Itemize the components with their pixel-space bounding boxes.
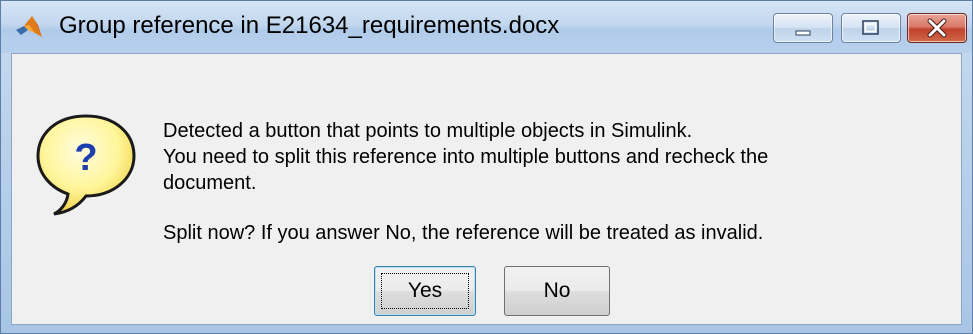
dialog-content: ? Detected a button that points to multi… — [11, 53, 962, 325]
title-bar[interactable]: Group reference in E21634_requirements.d… — [1, 1, 972, 53]
yes-button-label: Yes — [407, 279, 443, 302]
maximize-button[interactable] — [841, 13, 901, 43]
no-button-label: No — [543, 279, 571, 302]
no-button[interactable]: No — [504, 266, 610, 316]
dialog-window: Group reference in E21634_requirements.d… — [0, 0, 973, 334]
message-line-2: You need to split this reference into mu… — [163, 146, 769, 168]
message-line-3: document. — [163, 172, 257, 194]
minimize-button[interactable] — [773, 13, 833, 43]
minimize-icon — [795, 30, 811, 36]
window-title: Group reference in E21634_requirements.d… — [59, 12, 560, 39]
matlab-logo-icon — [16, 16, 42, 37]
yes-button[interactable]: Yes — [374, 266, 476, 316]
question-bubble-icon: ? — [36, 114, 136, 216]
maximize-icon — [862, 20, 879, 35]
question-text: Split now? If you answer No, the referen… — [163, 222, 764, 244]
question-mark-glyph: ? — [74, 137, 97, 179]
message-line-1: Detected a button that points to multipl… — [163, 120, 693, 142]
close-button[interactable] — [907, 13, 967, 43]
close-icon — [927, 18, 947, 38]
